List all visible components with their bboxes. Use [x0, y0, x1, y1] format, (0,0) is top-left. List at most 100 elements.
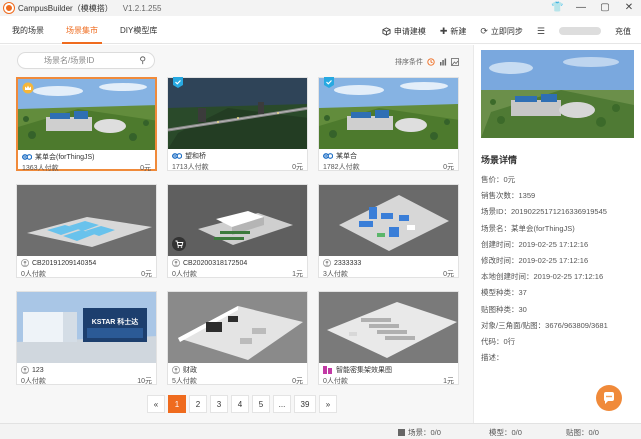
new-button[interactable]: ✚ 新建 [440, 26, 467, 37]
maximize-button[interactable]: ▢ [599, 1, 611, 15]
status-scene-text: 场景：0/0 [408, 428, 441, 437]
detail-label: 代码： [481, 336, 504, 346]
shield-badge-icon [172, 76, 184, 89]
detail-value: 37 [518, 288, 527, 298]
app-version: V1.2.1.255 [122, 3, 162, 13]
detail-row: 修改时间：2019-02-25 17:12:16 [481, 253, 641, 269]
paid-count: 1713人付款 [172, 164, 209, 171]
search-input[interactable] [44, 53, 154, 68]
detail-label: 场景ID： [481, 207, 511, 217]
user-avatar-icon [323, 259, 331, 267]
scene-name: CB20200318172504 [183, 259, 248, 267]
sort-label: 排序条件 [395, 59, 423, 66]
scene-name: 望和桥 [185, 153, 206, 160]
detail-row: 描述： [481, 350, 641, 366]
owner-logo-icon: ᵈᵒ [172, 152, 183, 161]
tab-diy-models[interactable]: DIY模型库 [120, 18, 157, 43]
status-texture: 贴图：0/0 [566, 427, 599, 438]
page-1[interactable]: 1 [168, 395, 186, 413]
detail-list: 售价：0元销售次数：1359 场景ID：201902251712163369195… [481, 172, 641, 366]
page-2[interactable]: 2 [189, 395, 207, 413]
detail-label: 创建时间： [481, 239, 519, 249]
sync-icon: ⟳ [480, 25, 488, 36]
recharge-button[interactable]: 充值 [615, 26, 631, 37]
page-5[interactable]: 5 [252, 395, 270, 413]
scene-thumbnail [319, 78, 458, 149]
scene-card-info: 财政 5人付款 0元 [168, 363, 307, 386]
search-icon[interactable]: ⚲ [139, 55, 146, 66]
apply-model-button[interactable]: 申请建模 [382, 26, 426, 37]
crown-badge-icon [22, 82, 34, 95]
apply-model-label: 申请建模 [393, 26, 426, 36]
clock-sort-icon[interactable] [427, 58, 435, 66]
window-controls: 👕 — ▢ ✕ [551, 1, 635, 15]
scene-card-info: ᵈᵒ 望和桥 1713人付款 0元 [168, 149, 307, 172]
cart-icon[interactable] [172, 237, 186, 251]
search-box: ⚲ [17, 52, 155, 69]
user-avatar-icon [21, 366, 29, 374]
scene-card[interactable]: CB20200318172504 0人付款 1元 [167, 184, 308, 278]
scene-name: 某单合 [336, 153, 357, 160]
minimize-button[interactable]: — [575, 1, 587, 15]
scene-thumbnail [18, 79, 155, 150]
scene-price: 0元 [292, 164, 303, 171]
chat-icon [604, 392, 614, 404]
detail-label: 贴图种类： [481, 304, 519, 314]
detail-value: 3676/963809/3681 [545, 320, 608, 330]
prev-page-button[interactable]: « [147, 395, 165, 413]
detail-row: 模型种类：37 [481, 285, 641, 301]
scene-name: 2333333 [334, 259, 362, 267]
scene-market-panel: ⚲ 排序条件 ᵈᵒ某单会(forThingJS)1363人付款0元 ᵈᵒ望和桥 1… [0, 45, 473, 423]
bar-sort-icon[interactable] [439, 58, 447, 66]
next-page-button[interactable]: » [319, 395, 337, 413]
paid-count: 0人付款 [172, 271, 197, 278]
tab-scene-market[interactable]: 场景集市 [62, 18, 102, 44]
scene-name: 某单会(forThingJS) [35, 154, 95, 161]
scene-price: 1元 [443, 378, 454, 385]
scene-card[interactable]: CB20191209140354 0人付款 0元 [16, 184, 157, 278]
scene-thumbnail: KSTAR 科士达 [17, 292, 156, 363]
main-toolbar: 我的场景 场景集市 DIY模型库 申请建模 ✚ 新建 ⟳ 立即同步 ☰ 充值 [0, 18, 641, 44]
image-sort-icon[interactable] [451, 58, 459, 66]
detail-row: 对象/三角面/贴图：3676/963809/3681 [481, 318, 641, 334]
detail-label: 对象/三角面/贴图： [481, 320, 546, 330]
skin-icon[interactable]: 👕 [551, 1, 563, 15]
scene-thumbnail [319, 185, 458, 256]
detail-row: 售价：0元 [481, 172, 641, 188]
detail-value: 1359 [518, 191, 536, 201]
detail-label: 销售次数： [481, 191, 519, 201]
scene-card[interactable]: ᵈᵒ 望和桥 1713人付款 0元 [167, 77, 308, 171]
detail-value: 20190225171216336919545 [511, 207, 607, 217]
sync-label: 立即同步 [490, 26, 523, 36]
paid-count: 1782人付款 [323, 164, 360, 171]
paid-count: 5人付款 [172, 378, 197, 385]
scene-card[interactable]: ᵈᵒ 某单合 1782人付款 0元 [318, 77, 459, 171]
sync-button[interactable]: ⟳ 立即同步 [480, 26, 523, 37]
scene-card[interactable]: 智能密集架效果图 0人付款 1元 [318, 291, 459, 385]
scene-name: 智能密集架效果图 [336, 367, 392, 374]
detail-label: 描述： [481, 353, 504, 363]
detail-value: 2019-02-25 17:12:16 [533, 272, 604, 282]
username-blurred[interactable] [559, 27, 601, 35]
page-4[interactable]: 4 [231, 395, 249, 413]
scene-card[interactable]: KSTAR 科士达 123 0人付款 10元 [16, 291, 157, 385]
shield-badge-icon [323, 76, 335, 89]
user-avatar-icon [172, 366, 180, 374]
scene-card[interactable]: 财政 5人付款 0元 [167, 291, 308, 385]
paid-count: 3人付款 [323, 271, 348, 278]
scene-card[interactable]: 2333333 3人付款 0元 [318, 184, 459, 278]
tab-my-scenes[interactable]: 我的场景 [12, 18, 44, 43]
scene-card[interactable]: ᵈᵒ 某单会(forThingJS) 1363人付款 0元 [16, 77, 157, 172]
scene-price: 1元 [292, 271, 303, 278]
status-texture-text: 贴图：0/0 [566, 428, 599, 437]
owner-brand-icon [323, 366, 333, 374]
page-39[interactable]: 39 [294, 395, 316, 413]
detail-row: 创建时间：2019-02-25 17:12:16 [481, 237, 641, 253]
status-model-text: 模型：0/0 [489, 428, 522, 437]
svg-text:KSTAR 科士达: KSTAR 科士达 [92, 317, 139, 326]
customer-service-button[interactable] [596, 385, 622, 411]
detail-value: 某单会(forThingJS) [511, 223, 575, 233]
menu-button[interactable]: ☰ [537, 26, 545, 37]
close-button[interactable]: ✕ [623, 1, 635, 15]
page-3[interactable]: 3 [210, 395, 228, 413]
